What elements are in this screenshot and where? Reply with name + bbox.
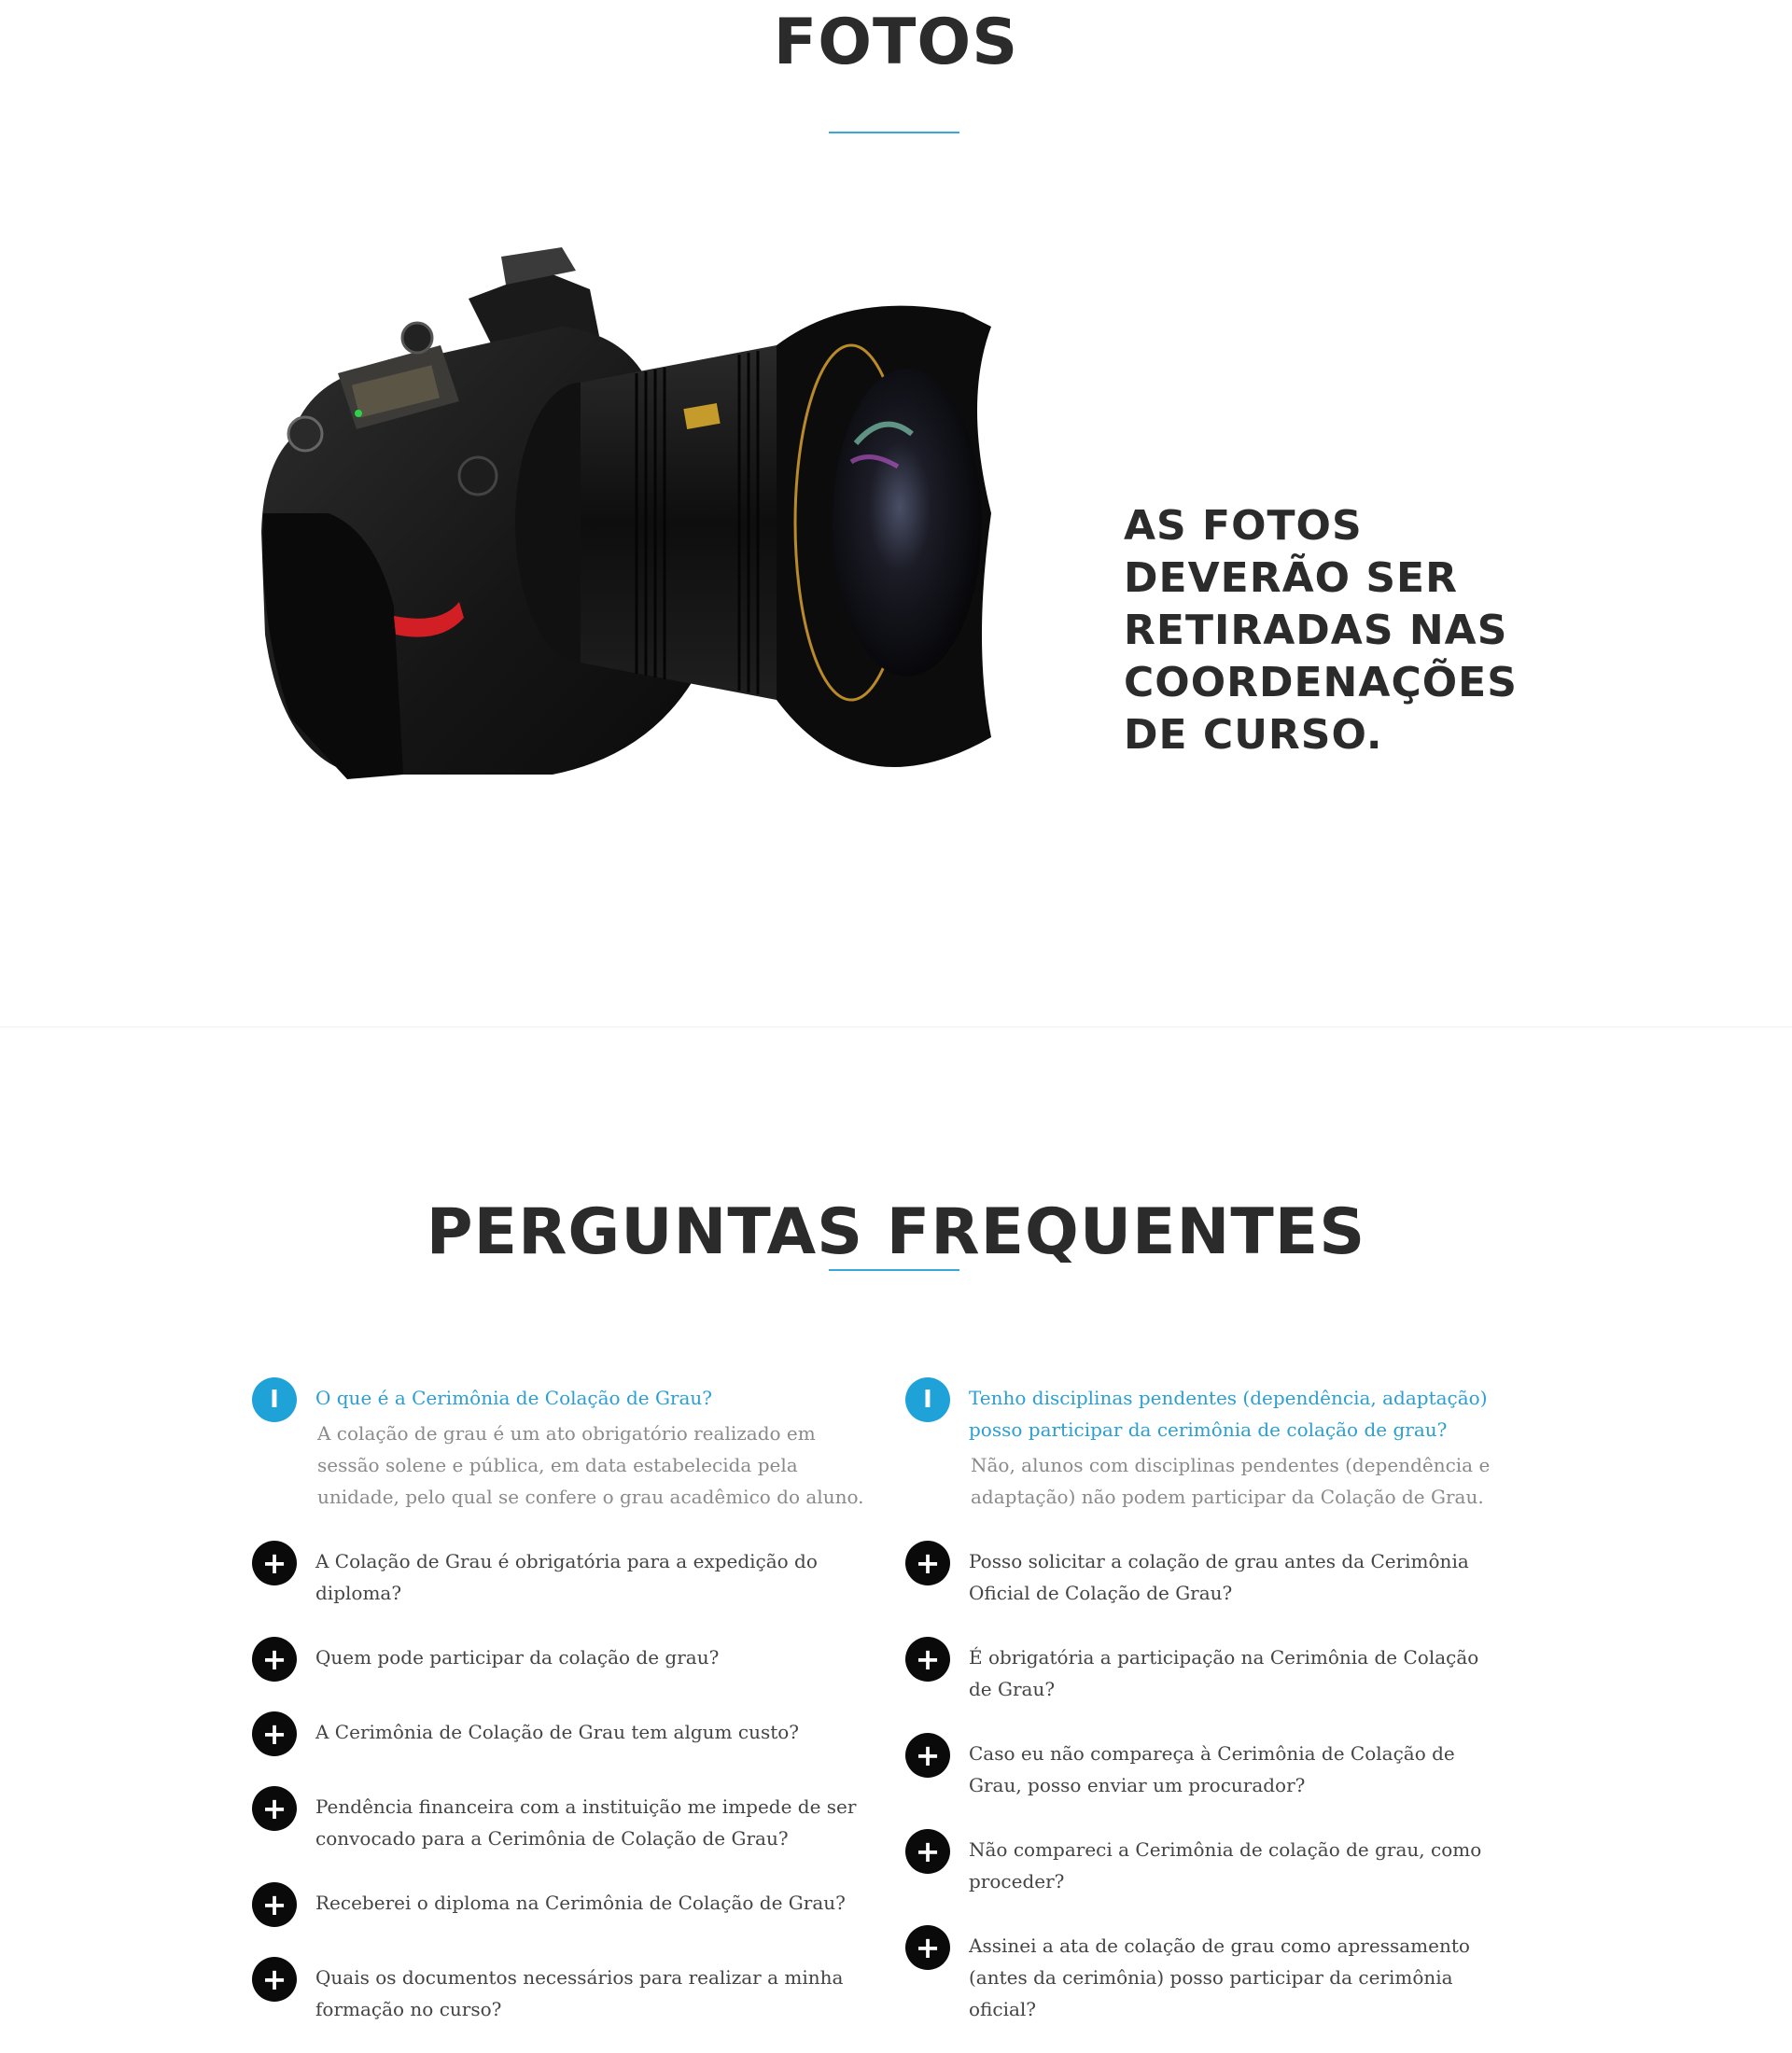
faq-question[interactable]: Pendência financeira com a instituição m… xyxy=(315,1786,873,1854)
faq-section: PERGUNTAS FREQUENTES I O que é a Cerimôn… xyxy=(0,1027,1792,2020)
faq-column-left: I O que é a Cerimônia de Colação de Grau… xyxy=(252,1377,873,2053)
faq-item[interactable]: + Pendência financeira com a instituição… xyxy=(252,1786,873,1854)
plus-icon[interactable]: + xyxy=(252,1711,297,1756)
faq-question[interactable]: Não compareci a Cerimônia de colação de … xyxy=(969,1829,1503,1897)
faq-item[interactable]: + A Colação de Grau é obrigatória para a… xyxy=(252,1541,873,1609)
photo-pickup-notice: AS FOTOS DEVERÃO SER RETIRADAS NAS COORD… xyxy=(1124,502,1518,759)
faq-item[interactable]: I O que é a Cerimônia de Colação de Grau… xyxy=(252,1377,873,1513)
faq-answer: A colação de grau é um ato obrigatório r… xyxy=(317,1422,864,1508)
plus-icon[interactable]: + xyxy=(905,1733,950,1778)
fotos-section: FOTOS AS FOTOS DEVERÃO SER RETIRADAS NAS… xyxy=(0,0,1792,1027)
title-underline xyxy=(829,1269,959,1271)
plus-icon[interactable]: + xyxy=(252,1637,297,1682)
faq-item[interactable]: + Posso solicitar a colação de grau ante… xyxy=(905,1541,1503,1609)
faq-answer: Não, alunos com disciplinas pendentes (d… xyxy=(971,1454,1491,1508)
faq-question[interactable]: A Cerimônia de Colação de Grau tem algum… xyxy=(315,1711,873,1748)
faq-question[interactable]: A Colação de Grau é obrigatória para a e… xyxy=(315,1541,873,1609)
plus-icon[interactable]: + xyxy=(252,1882,297,1927)
faq-item[interactable]: I Tenho disciplinas pendentes (dependênc… xyxy=(905,1377,1503,1513)
faq-item[interactable]: + Quem pode participar da colação de gra… xyxy=(252,1637,873,1683)
fotos-title: FOTOS xyxy=(773,6,1019,79)
faq-item[interactable]: + É obrigatória a participação na Cerimô… xyxy=(905,1637,1503,1705)
plus-icon[interactable]: + xyxy=(252,1957,297,2002)
faq-item[interactable]: + Quais os documentos necessários para r… xyxy=(252,1957,873,2025)
faq-question[interactable]: Quem pode participar da colação de grau? xyxy=(315,1637,873,1673)
plus-icon[interactable]: + xyxy=(252,1541,297,1585)
plus-icon[interactable]: + xyxy=(905,1541,950,1585)
plus-icon[interactable]: + xyxy=(905,1637,950,1682)
title-underline xyxy=(829,132,959,133)
faq-column-right: I Tenho disciplinas pendentes (dependênc… xyxy=(905,1377,1503,2053)
faq-question[interactable]: O que é a Cerimônia de Colação de Grau? xyxy=(315,1377,873,1414)
info-icon[interactable]: I xyxy=(905,1377,950,1422)
faq-title: PERGUNTAS FREQUENTES xyxy=(426,1195,1366,1269)
faq-question[interactable]: Assinei a ata de colação de grau como ap… xyxy=(969,1925,1503,2025)
faq-question[interactable]: Quais os documentos necessários para rea… xyxy=(315,1957,873,2025)
faq-item[interactable]: + Caso eu não compareça à Cerimônia de C… xyxy=(905,1733,1503,1801)
plus-icon[interactable]: + xyxy=(905,1925,950,1970)
plus-icon[interactable]: + xyxy=(905,1829,950,1874)
faq-item[interactable]: + Receberei o diploma na Cerimônia de Co… xyxy=(252,1882,873,1929)
faq-question[interactable]: Caso eu não compareça à Cerimônia de Col… xyxy=(969,1733,1503,1801)
faq-question[interactable]: Posso solicitar a colação de grau antes … xyxy=(969,1541,1503,1609)
faq-item[interactable]: + Não compareci a Cerimônia de colação d… xyxy=(905,1829,1503,1897)
faq-question[interactable]: É obrigatória a participação na Cerimôni… xyxy=(969,1637,1503,1705)
faq-question[interactable]: Tenho disciplinas pendentes (dependência… xyxy=(969,1377,1503,1445)
faq-question[interactable]: Receberei o diploma na Cerimônia de Cola… xyxy=(315,1882,873,1919)
plus-icon[interactable]: + xyxy=(252,1786,297,1831)
faq-item[interactable]: + A Cerimônia de Colação de Grau tem alg… xyxy=(252,1711,873,1758)
faq-item[interactable]: + Assinei a ata de colação de grau como … xyxy=(905,1925,1503,2025)
info-icon[interactable]: I xyxy=(252,1377,297,1422)
camera-image xyxy=(254,233,1113,812)
